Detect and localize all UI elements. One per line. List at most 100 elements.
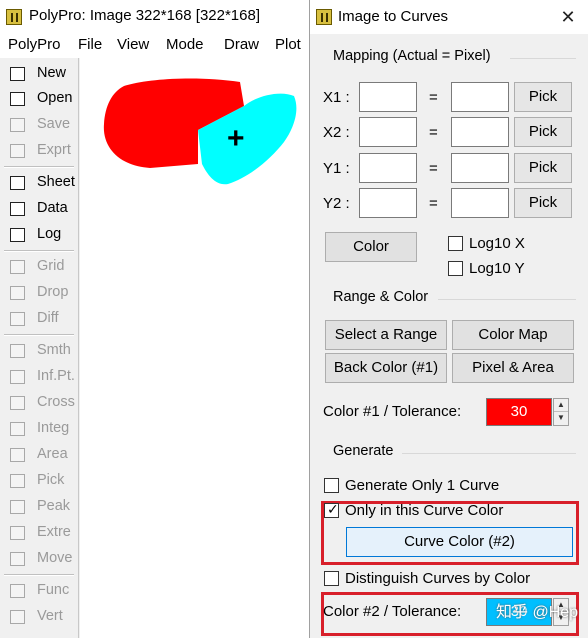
x2-equals: = [429,124,438,141]
color-map-button[interactable]: Color Map [452,320,574,350]
tool-diff[interactable]: Diff [9,308,75,330]
generate-only-one-curve-checkbox[interactable]: Generate Only 1 Curve [324,477,524,495]
close-icon[interactable]: ✕ [556,6,580,28]
log10y-checkbox-box[interactable] [448,261,463,276]
menu-bar: PolyPro File View Mode Draw Plot [0,34,310,58]
tool-pick[interactable]: Pick [9,470,75,492]
tool-function[interactable]: Func [9,580,75,602]
log10x-checkbox-box[interactable] [448,236,463,251]
tool-cross[interactable]: Cross [9,392,75,414]
tool-label: Drop [37,284,69,300]
x2-pick-button[interactable]: Pick [514,117,572,147]
tool-label: Func [37,582,70,598]
range-color-group-divider [438,299,576,300]
tool-label: Grid [37,258,65,274]
tool-peak[interactable]: Peak [9,496,75,518]
image-canvas[interactable]: + [80,58,310,638]
function-icon [10,584,25,598]
menu-mode[interactable]: Mode [166,36,204,53]
save-disk-icon [10,118,25,132]
y1-pick-button[interactable]: Pick [514,153,572,183]
tool-open[interactable]: Open [9,88,75,110]
move-icon [10,552,25,566]
y2-pixel-input[interactable] [451,188,509,218]
pixel-area-button[interactable]: Pixel & Area [452,353,574,383]
data-table-icon [10,202,25,216]
mapping-color-button[interactable]: Color [325,232,417,262]
tool-integrate[interactable]: Integ [9,418,75,440]
tool-label: Data [37,200,68,216]
tool-move[interactable]: Move [9,548,75,570]
tool-drop[interactable]: Drop [9,282,75,304]
diff-icon [10,312,25,326]
tool-new[interactable]: New [9,63,75,85]
y1-pixel-input[interactable] [451,153,509,183]
tool-label: Smth [37,342,71,358]
open-folder-icon [10,92,25,106]
menu-polypro[interactable]: PolyPro [8,36,61,53]
tool-area[interactable]: Area [9,444,75,466]
tool-smooth[interactable]: Smth [9,340,75,362]
select-range-button[interactable]: Select a Range [325,320,447,350]
tool-label: Log [37,226,62,242]
tool-label: Integ [37,420,70,436]
tool-label: Cross [37,394,75,410]
only-in-curve-color-checkbox-box[interactable]: ✓ [324,501,339,518]
menu-view[interactable]: View [117,36,149,53]
image-blobs [103,78,297,185]
grid-icon [10,260,25,274]
tool-data[interactable]: Data [9,198,75,220]
log10y-label: Log10 Y [469,260,525,277]
only-in-curve-color-checkbox[interactable]: ✓ Only in this Curve Color [324,501,524,520]
log-icon [10,228,25,242]
x1-pixel-input[interactable] [451,82,509,112]
pick-icon [10,474,25,488]
x2-actual-input[interactable] [359,117,417,147]
tool-label: Inf.Pt. [37,368,75,384]
area-icon [10,448,25,462]
log10y-checkbox[interactable]: Log10 Y [448,260,548,278]
spin-down-icon[interactable]: ▼ [554,412,568,425]
menu-draw[interactable]: Draw [224,36,259,53]
mapping-group-label: Mapping (Actual = Pixel) [333,48,491,64]
tool-label: Open [37,90,73,106]
menu-file[interactable]: File [78,36,102,53]
x1-pick-button[interactable]: Pick [514,82,572,112]
main-window-title: PolyPro: Image 322*168 [322*168] [29,7,260,24]
color1-tolerance-field[interactable]: 30 [486,398,552,426]
tool-label: Move [37,550,73,566]
tool-grid[interactable]: Grid [9,256,75,278]
y1-equals: = [429,160,438,177]
cross-icon [10,396,25,410]
y2-actual-input[interactable] [359,188,417,218]
menu-plot[interactable]: Plot [275,36,301,53]
x1-actual-input[interactable] [359,82,417,112]
generate-group-divider [402,453,576,454]
log10x-checkbox[interactable]: Log10 X [448,235,548,253]
generate-only-one-label: Generate Only 1 Curve [345,477,500,494]
generate-only-one-checkbox-box[interactable] [324,478,339,493]
tool-log[interactable]: Log [9,224,75,246]
y2-label: Y2 : [323,195,350,212]
peak-icon [10,500,25,514]
spin-up-icon[interactable]: ▲ [554,399,568,412]
tool-inflection-point[interactable]: Inf.Pt. [9,366,75,388]
tool-export[interactable]: Exprt [9,140,75,162]
main-title-bar: PolyPro: Image 322*168 [322*168] [0,0,310,34]
tool-label: Extre [37,524,71,540]
drop-icon [10,286,25,300]
distinguish-curves-checkbox-box[interactable] [324,571,339,586]
tool-sheet[interactable]: Sheet [9,172,75,194]
back-color-button[interactable]: Back Color (#1) [325,353,447,383]
x2-pixel-input[interactable] [451,117,509,147]
curve-color-button[interactable]: Curve Color (#2) [346,527,573,557]
distinguish-curves-checkbox[interactable]: Distinguish Curves by Color [324,570,554,588]
tool-extreme[interactable]: Extre [9,522,75,544]
tool-save[interactable]: Save [9,114,75,136]
x1-equals: = [429,89,438,106]
y1-actual-input[interactable] [359,153,417,183]
color1-tolerance-spinner[interactable]: ▲ ▼ [553,398,569,426]
y2-pick-button[interactable]: Pick [514,188,572,218]
tool-vertical[interactable]: Vert [9,606,75,628]
tool-label: Exprt [37,142,71,158]
